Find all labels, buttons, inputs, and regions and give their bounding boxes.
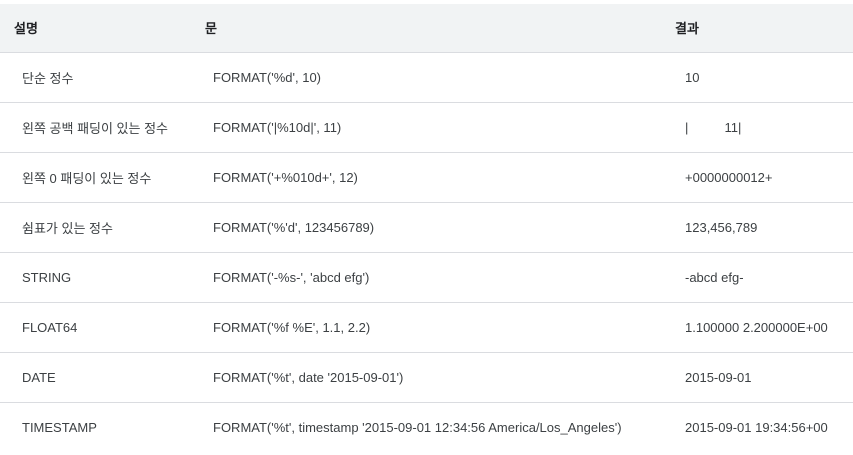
cell-statement: FORMAT('%t', timestamp '2015-09-01 12:34…	[213, 419, 622, 435]
cell-statement: FORMAT('+%010d+', 12)	[213, 169, 358, 185]
table-row: TIMESTAMP FORMAT('%t', timestamp '2015-0…	[0, 402, 853, 452]
cell-result: 123,456,789	[685, 219, 758, 235]
table-row: STRING FORMAT('-%s-', 'abcd efg') -abcd …	[0, 252, 853, 302]
cell-description: 왼쪽 공백 패딩이 있는 정수	[22, 120, 169, 136]
table-header: 설명 문 결과	[0, 4, 853, 52]
header-description: 설명	[14, 21, 38, 37]
table-row: DATE FORMAT('%t', date '2015-09-01') 201…	[0, 352, 853, 402]
table-row: FLOAT64 FORMAT('%f %E', 1.1, 2.2) 1.1000…	[0, 302, 853, 352]
table-row: 단순 정수 FORMAT('%d', 10) 10	[0, 52, 853, 102]
table-row: 왼쪽 0 패딩이 있는 정수 FORMAT('+%010d+', 12) +00…	[0, 152, 853, 202]
cell-statement: FORMAT('|%10d|', 11)	[213, 119, 342, 135]
cell-result: -abcd efg-	[685, 269, 744, 285]
cell-description: FLOAT64	[22, 319, 78, 335]
cell-result: 2015-09-01 19:34:56+00	[685, 419, 828, 435]
cell-result: 2015-09-01	[685, 369, 752, 385]
header-result: 결과	[675, 21, 699, 37]
cell-result: 1.100000 2.200000E+00	[685, 319, 828, 335]
cell-statement: FORMAT('%t', date '2015-09-01')	[213, 369, 404, 385]
header-row: 설명 문 결과	[0, 4, 853, 52]
cell-result: | 11|	[685, 119, 742, 135]
header-statement: 문	[205, 21, 217, 37]
cell-description: DATE	[22, 369, 56, 385]
cell-description: 왼쪽 0 패딩이 있는 정수	[22, 170, 152, 186]
table-row: 왼쪽 공백 패딩이 있는 정수 FORMAT('|%10d|', 11) | 1…	[0, 102, 853, 152]
cell-description: TIMESTAMP	[22, 419, 97, 435]
cell-statement: FORMAT('%d', 10)	[213, 69, 322, 85]
cell-description: 단순 정수	[22, 70, 74, 86]
cell-result: 10	[685, 69, 700, 85]
table-body: 단순 정수 FORMAT('%d', 10) 10 왼쪽 공백 패딩이 있는 정…	[0, 52, 853, 452]
cell-description: 쉼표가 있는 정수	[22, 220, 113, 236]
table-row: 쉼표가 있는 정수 FORMAT('%'d', 123456789) 123,4…	[0, 202, 853, 252]
cell-statement: FORMAT('%f %E', 1.1, 2.2)	[213, 319, 371, 335]
cell-description: STRING	[22, 269, 72, 285]
format-examples-table: 설명 문 결과 단순 정수 FORMAT('%d', 10) 10 왼쪽 공백 …	[0, 4, 853, 452]
cell-result: +0000000012+	[685, 169, 773, 185]
cell-statement: FORMAT('-%s-', 'abcd efg')	[213, 269, 370, 285]
cell-statement: FORMAT('%'d', 123456789)	[213, 219, 375, 235]
